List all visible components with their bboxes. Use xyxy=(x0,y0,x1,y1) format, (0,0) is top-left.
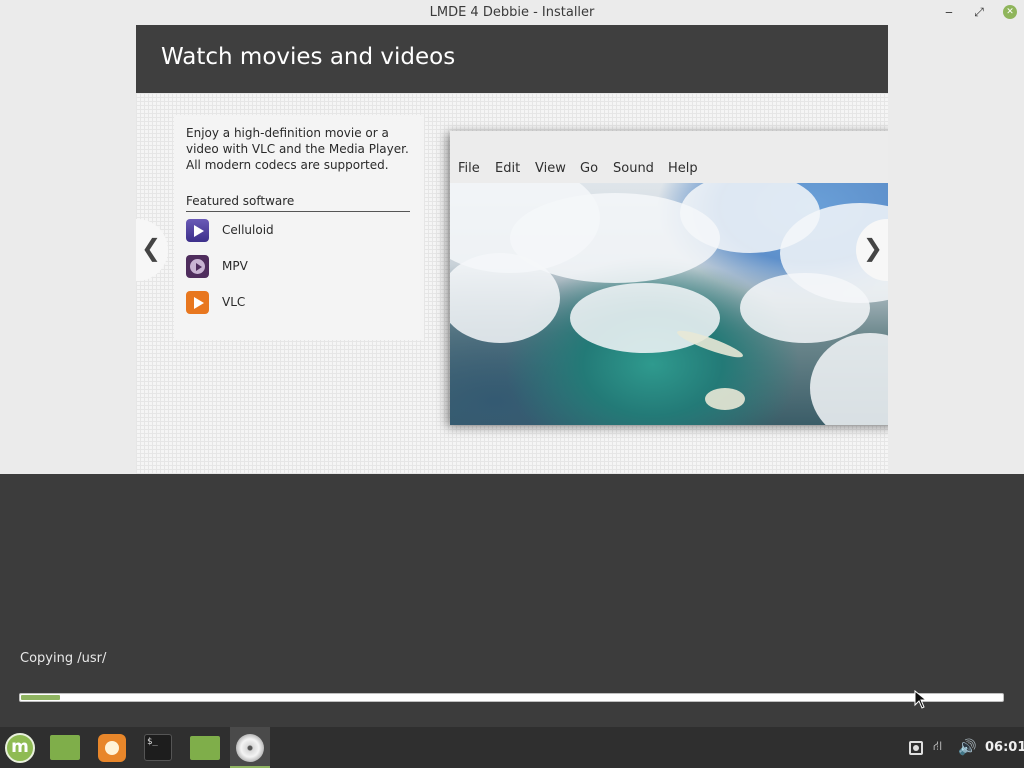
folder-icon xyxy=(50,735,80,760)
menu-file: File xyxy=(458,161,480,176)
player-menubar: File Edit View Go Sound Help xyxy=(450,161,888,183)
clock[interactable]: 06:01 xyxy=(985,740,1024,756)
start-menu-button[interactable] xyxy=(0,727,40,768)
close-icon xyxy=(1003,5,1017,19)
files-icon xyxy=(190,736,220,760)
minimize-button[interactable]: ‒ xyxy=(939,3,959,21)
install-status-text: Copying /usr/ xyxy=(20,651,107,666)
install-progress-bar xyxy=(19,693,1004,702)
installer-disc-icon xyxy=(236,734,264,762)
installer-window-button[interactable] xyxy=(230,727,270,768)
window-title: LMDE 4 Debbie - Installer xyxy=(429,5,595,20)
app-label: Celluloid xyxy=(222,223,274,237)
maximize-button[interactable]: ⤢ xyxy=(969,3,989,21)
app-item-celluloid: Celluloid xyxy=(186,219,386,243)
files-launcher[interactable] xyxy=(184,727,224,768)
celluloid-icon xyxy=(186,219,209,242)
menu-go: Go xyxy=(580,161,599,176)
firefox-launcher[interactable] xyxy=(92,727,132,768)
install-progress-fill xyxy=(21,695,60,700)
app-label: VLC xyxy=(222,295,246,309)
media-player-screenshot: File Edit View Go Sound Help xyxy=(450,131,888,425)
volume-icon[interactable]: 🔊 xyxy=(958,738,977,756)
app-label: MPV xyxy=(222,259,248,273)
featured-software-heading: Featured software xyxy=(186,194,410,212)
terminal-icon: $_ xyxy=(144,734,172,761)
mouse-cursor xyxy=(914,690,928,709)
menu-help: Help xyxy=(668,161,698,176)
slideshow: Watch movies and videos Enjoy a high-def… xyxy=(136,25,888,474)
video-frame xyxy=(450,183,888,425)
menu-sound: Sound xyxy=(613,161,654,176)
mpv-icon xyxy=(186,255,209,278)
menu-view: View xyxy=(535,161,566,176)
close-button[interactable] xyxy=(1000,3,1020,21)
window-titlebar: LMDE 4 Debbie - Installer ‒ ⤢ xyxy=(0,0,1024,25)
network-icon[interactable]: ⛙ xyxy=(933,739,942,755)
taskbar: $_ ⛙ 🔊 06:01 xyxy=(0,727,1024,768)
show-desktop-button[interactable] xyxy=(44,727,84,768)
slide-description: Enjoy a high-definition movie or a video… xyxy=(186,126,409,172)
info-panel: Enjoy a high-definition movie or a video… xyxy=(174,115,424,340)
vlc-icon xyxy=(186,291,209,314)
app-item-mpv: MPV xyxy=(186,255,386,279)
slide-title: Watch movies and videos xyxy=(161,44,456,70)
firefox-icon xyxy=(98,734,126,762)
app-item-vlc: VLC xyxy=(186,291,386,315)
terminal-launcher[interactable]: $_ xyxy=(138,727,178,768)
menu-edit: Edit xyxy=(495,161,521,176)
slide-header: Watch movies and videos xyxy=(136,25,888,93)
screenshot-tray-icon[interactable] xyxy=(909,741,923,755)
mint-logo-icon xyxy=(5,733,35,763)
